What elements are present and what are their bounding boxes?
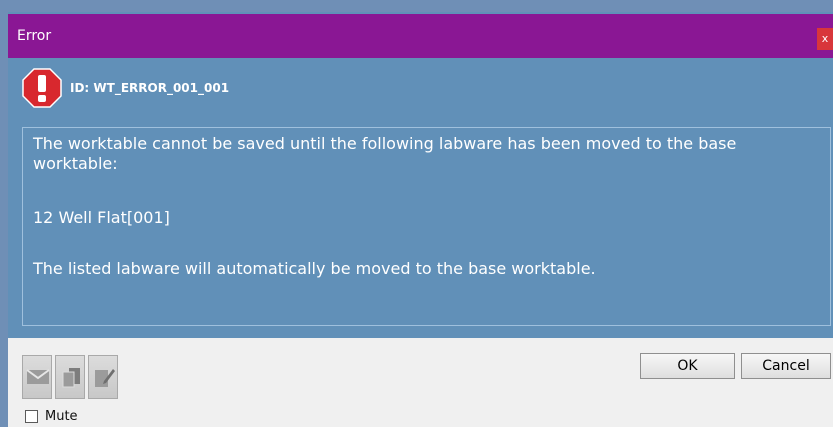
mute-label: Mute bbox=[45, 409, 78, 424]
message-panel: The worktable cannot be saved until the … bbox=[22, 127, 831, 326]
window-title: Error bbox=[17, 28, 52, 44]
dialog-footer: Mute OK Cancel bbox=[8, 338, 833, 427]
edit-note-icon bbox=[95, 369, 115, 387]
edit-button[interactable] bbox=[88, 355, 118, 399]
mute-checkbox[interactable] bbox=[25, 410, 38, 423]
labware-name: 12 Well Flat[001] bbox=[33, 208, 170, 227]
message-line-1: The worktable cannot be saved until the … bbox=[33, 134, 737, 153]
error-exclamation-icon bbox=[22, 68, 62, 108]
close-button[interactable]: x bbox=[817, 28, 833, 50]
error-id: ID: WT_ERROR_001_001 bbox=[70, 81, 230, 95]
error-dialog: Error x ID: WT_ERROR_001_001 The worktab… bbox=[0, 0, 833, 427]
error-id-row: ID: WT_ERROR_001_001 bbox=[22, 68, 782, 108]
message-line-4: The listed labware will automatically be… bbox=[33, 259, 596, 278]
ok-button[interactable]: OK bbox=[640, 353, 735, 379]
email-icon bbox=[26, 369, 50, 384]
email-button[interactable] bbox=[22, 355, 52, 399]
copy-icon bbox=[62, 368, 80, 388]
titlebar: Error x bbox=[8, 14, 833, 58]
cancel-button[interactable]: Cancel bbox=[741, 353, 831, 379]
message-line-2: worktable: bbox=[33, 154, 118, 173]
copy-button[interactable] bbox=[55, 355, 85, 399]
